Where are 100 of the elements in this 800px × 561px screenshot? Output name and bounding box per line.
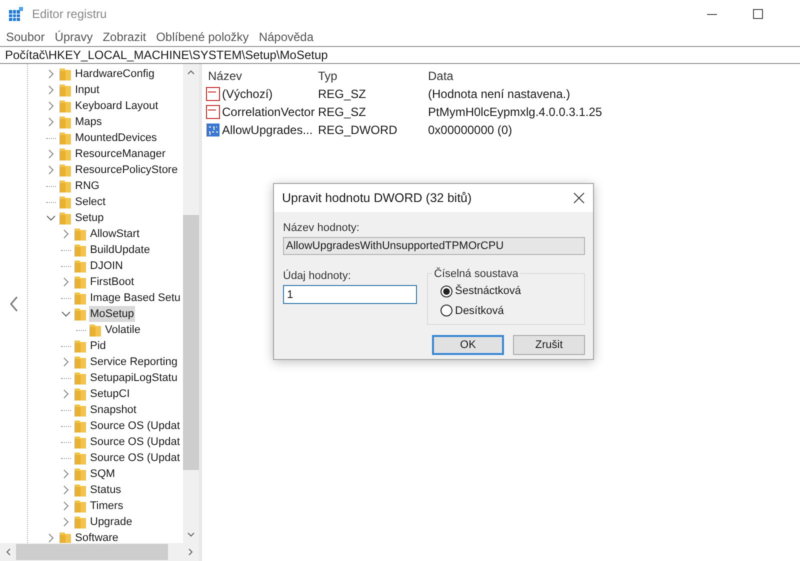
folder-icon — [74, 259, 86, 273]
tree-item[interactable]: BuildUpdate — [89, 242, 151, 258]
tree-item[interactable]: Source OS (Updat — [89, 450, 181, 466]
dialog-button[interactable]: Zrušit — [513, 335, 585, 355]
value-name[interactable]: CorrelationVector — [222, 103, 315, 121]
folder-icon — [74, 483, 86, 497]
column-header[interactable]: Typ — [316, 67, 426, 85]
tree-item[interactable]: Source OS (Updat — [89, 434, 181, 450]
chevron-right-icon[interactable] — [61, 228, 71, 240]
tree-item[interactable]: SQM — [89, 466, 116, 482]
tree-item[interactable]: AllowStart — [89, 226, 141, 242]
value-data: 0x00000000 (0) — [427, 122, 512, 139]
tree-item[interactable]: Maps — [74, 114, 103, 130]
binary-value-icon — [206, 123, 220, 137]
value-type: REG_SZ — [317, 86, 368, 103]
tree-item[interactable]: SetupapiLogStatu — [89, 370, 178, 386]
chevron-left-icon[interactable] — [8, 294, 20, 312]
folder-icon — [74, 467, 86, 481]
radio-label: Desítková — [455, 304, 504, 318]
folder-icon — [74, 435, 86, 449]
window-title: Editor registru — [32, 6, 107, 23]
menu-item[interactable]: Nápověda — [258, 28, 314, 46]
folder-icon — [59, 83, 71, 97]
column-header[interactable]: Název — [206, 67, 316, 85]
tree-item[interactable]: Pid — [89, 338, 107, 354]
tree-item[interactable]: MountedDevices — [74, 130, 158, 146]
menu-item[interactable]: Soubor — [6, 28, 45, 46]
field-label: Údaj hodnoty: — [283, 268, 352, 282]
chevron-right-icon[interactable] — [46, 164, 56, 176]
folder-icon — [74, 387, 86, 401]
tree-item[interactable]: Timers — [89, 498, 124, 514]
column-header[interactable]: Data — [426, 67, 576, 85]
tree-item[interactable]: Service Reporting — [89, 354, 178, 370]
chevron-right-icon[interactable] — [61, 468, 71, 480]
tree-item[interactable]: Upgrade — [89, 514, 134, 530]
tree-item[interactable]: Keyboard Layout — [74, 98, 160, 114]
field-label: Název hodnoty: — [283, 221, 360, 234]
maximize-icon[interactable] — [752, 8, 764, 20]
radio-button[interactable] — [440, 284, 453, 298]
tree-item[interactable]: Software — [74, 530, 120, 543]
value-type: REG_DWORD — [317, 122, 398, 139]
value-name-field: AllowUpgradesWithUnsupportedTPMOrCPU — [283, 237, 585, 255]
value-name[interactable]: (Výchozí) — [222, 85, 273, 103]
chevron-right-icon[interactable] — [46, 84, 56, 96]
chevron-right-icon[interactable] — [61, 516, 71, 528]
address-bar[interactable]: Počítač\HKEY_LOCAL_MACHINE\SYSTEM\Setup\MoSetup — [5, 46, 328, 64]
tree-item[interactable]: SetupCI — [89, 386, 131, 402]
tree-item[interactable]: Source OS (Updat — [89, 418, 181, 434]
tree-item[interactable]: Snapshot — [89, 402, 138, 418]
folder-icon — [74, 515, 86, 529]
tree-item[interactable]: FirstBoot — [89, 274, 136, 290]
close-icon[interactable] — [573, 192, 585, 204]
radio-label: Šestnáctková — [455, 283, 522, 299]
scrollbar-thumb[interactable] — [16, 544, 168, 560]
tree-item[interactable]: Setup — [74, 210, 105, 226]
folder-icon — [89, 323, 101, 337]
value-data-field[interactable]: 1 — [283, 285, 417, 304]
folder-icon — [74, 275, 86, 289]
value-name[interactable]: AllowUpgrades... — [222, 121, 313, 139]
menu-item[interactable]: Zobrazit — [102, 28, 146, 46]
folder-icon — [74, 371, 86, 385]
folder-icon — [74, 339, 86, 353]
value-type: REG_SZ — [317, 104, 368, 121]
folder-icon — [59, 211, 71, 225]
tree-item[interactable]: Image Based Setu — [89, 290, 182, 306]
folder-icon — [59, 195, 71, 209]
folder-icon — [59, 163, 71, 177]
tree-item[interactable]: ResourceManager — [74, 146, 166, 162]
chevron-right-icon[interactable] — [46, 148, 56, 160]
chevron-right-icon[interactable] — [61, 500, 71, 512]
chevron-right-icon[interactable] — [61, 388, 71, 400]
tree-item[interactable]: Status — [89, 482, 122, 498]
tree-item[interactable]: Volatile — [104, 322, 142, 338]
tree-item[interactable]: RNG — [74, 178, 100, 194]
chevron-right-icon[interactable] — [61, 484, 71, 496]
folder-icon — [74, 419, 86, 433]
chevron-right-icon[interactable] — [46, 100, 56, 112]
value-data: (Hodnota není nastavena.) — [427, 86, 570, 103]
app-icon — [8, 6, 24, 22]
menu-item[interactable]: Úpravy — [54, 28, 93, 46]
folder-icon — [59, 179, 71, 193]
scrollbar-thumb[interactable] — [183, 215, 199, 470]
folder-icon — [59, 131, 71, 145]
folder-icon — [74, 499, 86, 513]
tree-item[interactable]: Input — [74, 82, 100, 98]
tree-item[interactable]: HardwareConfig — [74, 66, 156, 82]
tree-item[interactable]: Select — [74, 194, 107, 210]
tree-item[interactable]: MoSetup — [89, 306, 136, 322]
chevron-right-icon[interactable] — [61, 356, 71, 368]
dialog-button[interactable]: OK — [432, 335, 504, 355]
folder-icon — [59, 531, 71, 543]
chevron-right-icon[interactable] — [61, 276, 71, 288]
chevron-right-icon[interactable] — [46, 532, 56, 543]
radio-button[interactable] — [440, 304, 453, 318]
chevron-right-icon[interactable] — [46, 116, 56, 128]
chevron-right-icon[interactable] — [46, 68, 56, 80]
tree-item[interactable]: ResourcePolicyStore — [74, 162, 179, 178]
menu-item[interactable]: Oblíbené položky — [156, 28, 249, 46]
tree-item[interactable]: DJOIN — [89, 258, 124, 274]
folder-icon — [74, 355, 86, 369]
